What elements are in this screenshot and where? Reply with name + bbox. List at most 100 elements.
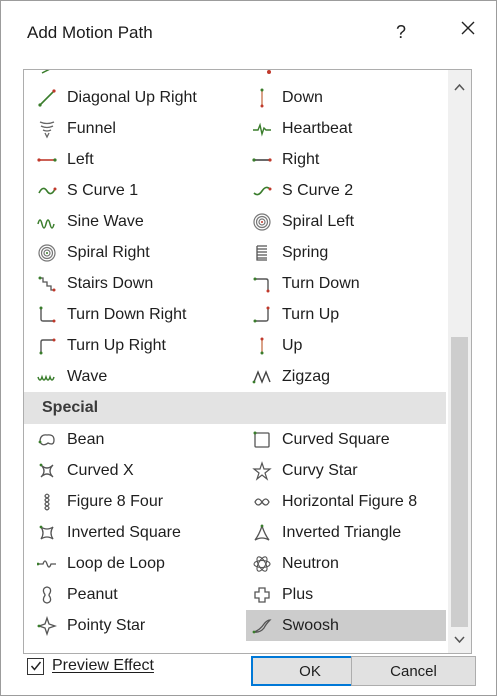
add-motion-path-dialog: Add Motion Path ? Diagonal Up Right Down F… — [0, 0, 497, 696]
help-button[interactable]: ? — [386, 15, 416, 49]
turn-down-icon — [252, 274, 272, 294]
motion-path-heartbeat[interactable]: Heartbeat — [246, 113, 446, 144]
motion-path-horizontal-figure-8[interactable]: Horizontal Figure 8 — [246, 486, 446, 517]
dialog-footer: Preview Effect OK Cancel — [1, 653, 496, 695]
motion-path-turn-down-right[interactable]: Turn Down Right — [29, 299, 186, 330]
list-row: S Curve 1 S Curve 2 — [24, 175, 446, 206]
motion-path-label: Heartbeat — [282, 119, 353, 137]
stairs-down-icon — [37, 274, 57, 294]
motion-path-up[interactable]: Up — [246, 330, 446, 361]
motion-path-label: Spiral Left — [282, 212, 355, 230]
close-button[interactable] — [451, 15, 485, 49]
curved-square-icon — [252, 430, 272, 450]
zigzag-icon — [252, 367, 272, 387]
motion-path-label: Wave — [67, 367, 108, 385]
motion-path-turn-up-right[interactable]: Turn Up Right — [29, 330, 166, 361]
motion-path-spiral-right[interactable]: Spiral Right — [29, 237, 150, 268]
motion-path-down[interactable]: Down — [246, 82, 446, 113]
motion-path-bean[interactable]: Bean — [29, 424, 104, 455]
motion-path-spiral-left[interactable]: Spiral Left — [246, 206, 446, 237]
motion-path-diagonal-up-right[interactable]: Diagonal Up Right — [29, 82, 197, 113]
scroll-down-button[interactable] — [448, 629, 471, 651]
motion-path-funnel[interactable]: Funnel — [29, 113, 116, 144]
chevron-up-icon — [454, 83, 465, 91]
down-icon — [252, 88, 272, 108]
group-header-special: Special — [24, 392, 446, 424]
turn-up-icon — [252, 305, 272, 325]
preview-effect-checkbox[interactable] — [27, 657, 44, 675]
inverted-square-icon — [37, 523, 57, 543]
list-row: Curved X Curvy Star — [24, 455, 446, 486]
partially-visible-row — [24, 70, 446, 75]
motion-path-curved-square[interactable]: Curved Square — [246, 424, 446, 455]
wave-icon — [37, 367, 57, 387]
motion-path-left[interactable]: Left — [29, 144, 94, 175]
motion-path-label: S Curve 1 — [67, 181, 139, 199]
motion-path-label: Turn Up Right — [67, 336, 166, 354]
swoosh-icon — [252, 616, 272, 636]
motion-path-label: Stairs Down — [67, 274, 154, 292]
motion-path-curvy-star[interactable]: Curvy Star — [246, 455, 446, 486]
motion-path-stairs-down[interactable]: Stairs Down — [29, 268, 153, 299]
motion-path-right[interactable]: Right — [246, 144, 446, 175]
motion-path-peanut[interactable]: Peanut — [29, 579, 118, 610]
sine-wave-icon — [37, 212, 57, 232]
loop-de-loop-icon — [37, 554, 57, 574]
motion-path-label: Turn Up — [282, 305, 340, 323]
vertical-scrollbar[interactable] — [448, 70, 471, 653]
scroll-up-button[interactable] — [448, 76, 471, 98]
motion-path-loop-de-loop[interactable]: Loop de Loop — [29, 548, 165, 579]
motion-path-plus[interactable]: Plus — [246, 579, 446, 610]
motion-path-s-curve-1[interactable]: S Curve 1 — [29, 175, 138, 206]
motion-path-neutron[interactable]: Neutron — [246, 548, 446, 579]
list-row: Sine Wave Spiral Left — [24, 206, 446, 237]
motion-path-turn-down[interactable]: Turn Down — [246, 268, 446, 299]
motion-path-label: Pointy Star — [67, 616, 146, 634]
list-row: Loop de Loop Neutron — [24, 548, 446, 579]
spring-icon — [252, 243, 272, 263]
list-row: Diagonal Up Right Down — [24, 82, 446, 113]
spiral-right-icon — [37, 243, 57, 263]
motion-path-label: Turn Down — [282, 274, 360, 292]
left-icon — [37, 150, 57, 170]
motion-path-label: Curved Square — [282, 430, 390, 448]
cancel-button[interactable]: Cancel — [351, 656, 476, 686]
motion-path-sine-wave[interactable]: Sine Wave — [29, 206, 144, 237]
motion-path-label: Neutron — [282, 554, 339, 572]
list-row: Figure 8 Four Horizontal Figure 8 — [24, 486, 446, 517]
motion-path-label: Left — [67, 150, 94, 168]
list-row: Pointy Star Swoosh — [24, 610, 446, 641]
motion-path-spring[interactable]: Spring — [246, 237, 446, 268]
motion-path-wave[interactable]: Wave — [29, 361, 107, 392]
motion-path-label: S Curve 2 — [282, 181, 354, 199]
diagonal-up-right-icon — [37, 88, 57, 108]
motion-path-pointy-star[interactable]: Pointy Star — [29, 610, 145, 641]
list-row: Turn Up Right Up — [24, 330, 446, 361]
pointy-star-icon — [37, 615, 57, 636]
motion-path-figure-8-four[interactable]: Figure 8 Four — [29, 486, 163, 517]
list-row: Spiral Right Spring — [24, 237, 446, 268]
chevron-down-icon — [454, 636, 465, 644]
motion-path-inverted-triangle[interactable]: Inverted Triangle — [246, 517, 446, 548]
motion-path-label: Zigzag — [282, 367, 331, 385]
motion-path-swoosh[interactable]: Swoosh — [246, 610, 446, 641]
motion-path-label: Spring — [282, 243, 329, 261]
preview-effect-option[interactable]: Preview Effect — [27, 657, 154, 675]
s-curve-2-icon — [252, 181, 272, 201]
figure-8-four-icon — [37, 492, 57, 512]
motion-path-inverted-square[interactable]: Inverted Square — [29, 517, 181, 548]
motion-path-list[interactable]: Diagonal Up Right Down Funnel Heartbeat Left… — [23, 69, 472, 654]
scroll-thumb[interactable] — [451, 337, 468, 627]
checkmark-icon — [30, 661, 41, 671]
motion-path-curved-x[interactable]: Curved X — [29, 455, 134, 486]
heartbeat-icon — [252, 119, 272, 139]
motion-path-zigzag[interactable]: Zigzag — [246, 361, 446, 392]
motion-path-turn-up[interactable]: Turn Up — [246, 299, 446, 330]
motion-path-label: Inverted Square — [67, 523, 181, 541]
spiral-left-icon — [252, 212, 272, 232]
motion-path-s-curve-2[interactable]: S Curve 2 — [246, 175, 446, 206]
dialog-title: Add Motion Path — [27, 23, 153, 42]
title-bar: Add Motion Path ? — [1, 1, 496, 65]
curvy-star-icon — [252, 460, 272, 481]
peanut-icon — [37, 585, 57, 605]
